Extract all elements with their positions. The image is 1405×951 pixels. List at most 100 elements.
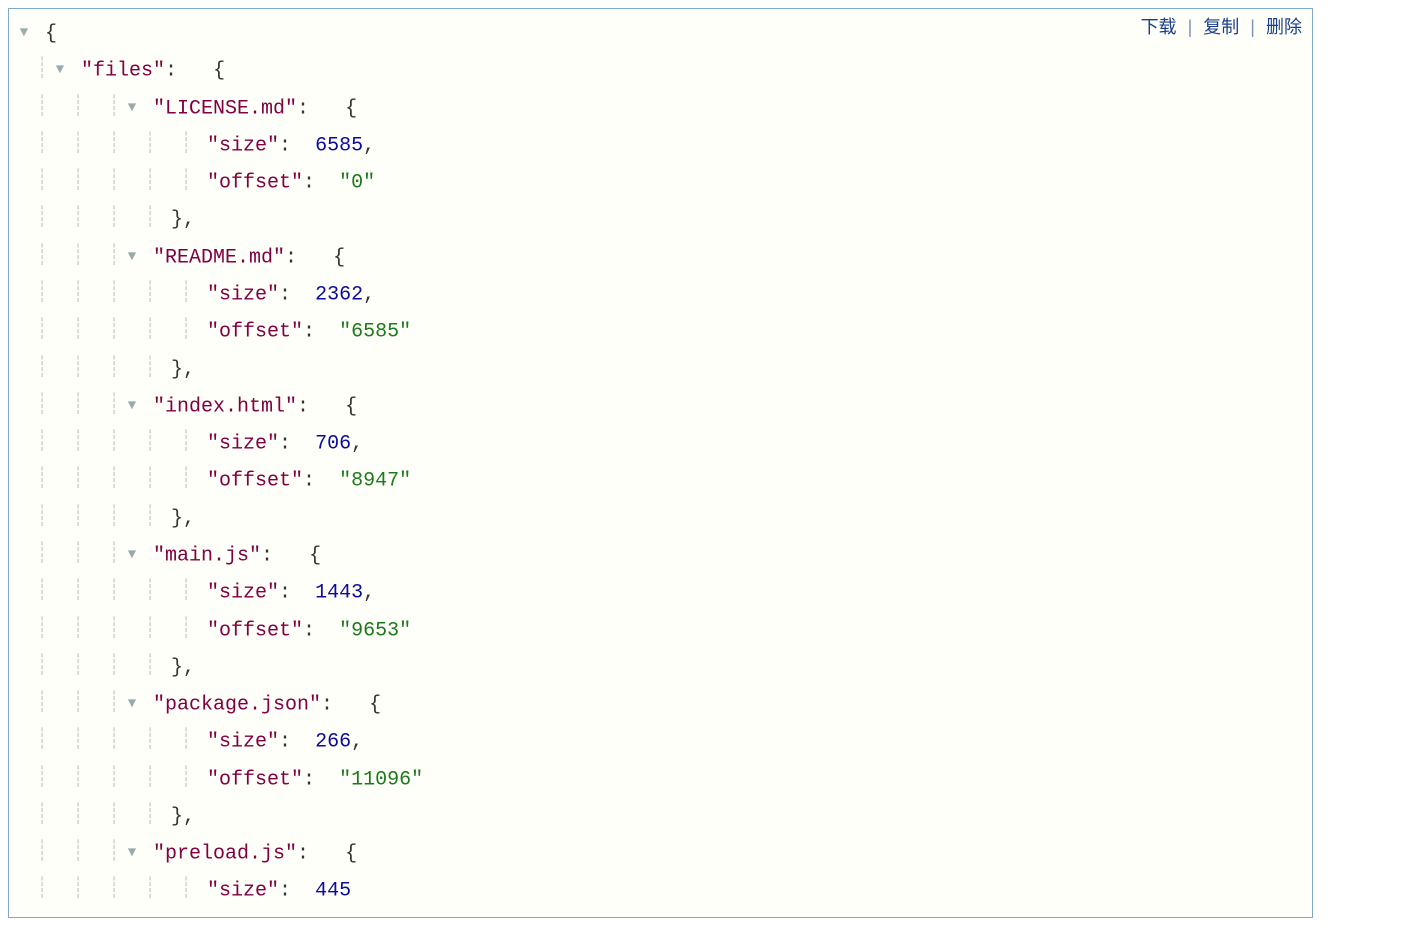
expand-toggle-icon[interactable]: ▼ (15, 15, 33, 51)
punct: , (351, 731, 363, 754)
guide-line: ┊ (69, 201, 87, 237)
guide-line: ┊ (69, 537, 87, 573)
token (195, 619, 207, 642)
token (315, 768, 339, 791)
guide-line: ┊ (105, 798, 123, 834)
guide-line: ┊ (177, 612, 195, 648)
json-string: "11096" (339, 768, 423, 791)
expand-toggle-icon[interactable]: ▼ (123, 90, 141, 126)
guide-line: ┊ (69, 164, 87, 200)
token (195, 880, 207, 903)
guide-line: ┊ (69, 425, 87, 461)
json-number: 706 (315, 432, 351, 455)
guide-line: ┊ (33, 574, 51, 610)
guide-line: ┊ (141, 872, 159, 908)
json-key: "offset" (207, 619, 303, 642)
guide-line: ┊ (69, 872, 87, 908)
token (195, 731, 207, 754)
punct: , (183, 507, 195, 530)
guide-line: ┊ (69, 835, 87, 871)
token (309, 395, 345, 418)
json-key: "files" (81, 60, 165, 83)
token (195, 470, 207, 493)
punct: , (363, 283, 375, 306)
guide-line: ┊ (141, 574, 159, 610)
json-number: 6585 (315, 134, 363, 157)
tree-row: ┊┊┊┊ }, (15, 649, 1306, 686)
expand-toggle-icon[interactable]: ▼ (123, 835, 141, 871)
json-key: "offset" (207, 470, 303, 493)
brace: { (345, 842, 357, 865)
token (309, 97, 345, 120)
token (141, 693, 153, 716)
punct: : (285, 246, 297, 269)
token (309, 842, 345, 865)
expand-toggle-icon[interactable]: ▼ (123, 686, 141, 722)
brace: { (45, 22, 57, 45)
guide-line: ┊ (33, 872, 51, 908)
token (195, 321, 207, 344)
expand-toggle-icon[interactable]: ▼ (51, 52, 69, 88)
brace: } (171, 209, 183, 232)
tree-row: ┊┊┊┊ }, (15, 351, 1306, 388)
guide-line: ┊ (141, 351, 159, 387)
json-key: "index.html" (153, 395, 297, 418)
punct: : (303, 619, 315, 642)
punct: : (297, 97, 309, 120)
guide-line: ┊ (105, 835, 123, 871)
json-key: "package.json" (153, 693, 321, 716)
tree-row: ┊┊┊┊ }, (15, 201, 1306, 238)
guide-line: ┊ (69, 388, 87, 424)
brace: } (171, 507, 183, 530)
guide-line: ┊ (141, 500, 159, 536)
token (141, 395, 153, 418)
expand-toggle-icon[interactable]: ▼ (123, 388, 141, 424)
token (315, 619, 339, 642)
token (159, 507, 171, 530)
download-link[interactable]: 下载 (1141, 17, 1177, 37)
guide-line: ┊ (69, 761, 87, 797)
expand-toggle-icon[interactable]: ▼ (123, 537, 141, 573)
guide-line: ┊ (33, 500, 51, 536)
token (159, 805, 171, 828)
guide-line: ┊ (105, 649, 123, 685)
tree-row: ┊┊┊┊┊ "offset": "9653" (15, 612, 1306, 649)
guide-line: ┊ (141, 612, 159, 648)
guide-line: ┊ (33, 798, 51, 834)
guide-line: ┊ (33, 276, 51, 312)
guide-line: ┊ (105, 201, 123, 237)
guide-line: ┊ (33, 537, 51, 573)
guide-line: ┊ (105, 761, 123, 797)
guide-line: ┊ (69, 574, 87, 610)
tree-row: ┊┊┊┊┊ "offset": "0" (15, 164, 1306, 201)
token (291, 283, 315, 306)
json-viewer-panel: 下载 | 复制 | 删除 ▼ {┊▼ "files": {┊┊┊▼ "LICEN… (8, 8, 1313, 918)
punct: : (303, 768, 315, 791)
json-string: "6585" (339, 321, 411, 344)
tree-row: ┊┊┊┊┊ "offset": "8947" (15, 462, 1306, 499)
punct: : (279, 731, 291, 754)
guide-line: ┊ (177, 127, 195, 163)
json-number: 1443 (315, 582, 363, 605)
tree-row: ┊┊┊▼ "preload.js": { (15, 835, 1306, 872)
punct: : (321, 693, 333, 716)
copy-link[interactable]: 复制 (1203, 17, 1239, 37)
json-key: "main.js" (153, 544, 261, 567)
guide-line: ┊ (105, 388, 123, 424)
brace: } (171, 805, 183, 828)
json-key: "offset" (207, 321, 303, 344)
token (333, 693, 369, 716)
token (195, 432, 207, 455)
guide-line: ┊ (105, 164, 123, 200)
guide-line: ┊ (177, 425, 195, 461)
token (159, 656, 171, 679)
token (291, 432, 315, 455)
punct: , (183, 656, 195, 679)
punct: : (279, 582, 291, 605)
guide-line: ┊ (33, 612, 51, 648)
expand-toggle-icon[interactable]: ▼ (123, 239, 141, 275)
guide-line: ┊ (105, 425, 123, 461)
delete-link[interactable]: 删除 (1266, 17, 1302, 37)
token (195, 171, 207, 194)
guide-line: ┊ (177, 164, 195, 200)
